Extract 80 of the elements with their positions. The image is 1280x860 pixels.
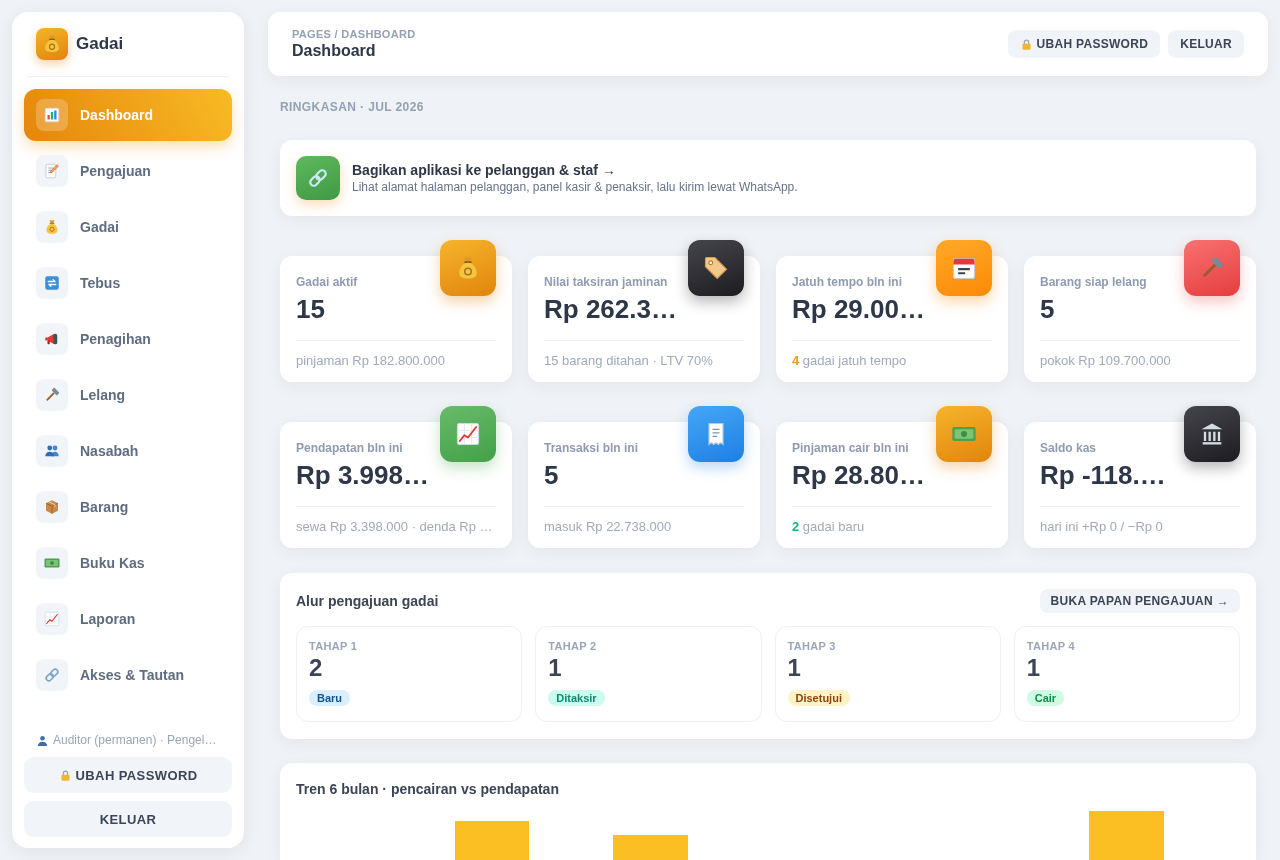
stat-label: Saldo kas xyxy=(1040,440,1097,456)
money-bag-icon xyxy=(440,240,496,296)
status-tag: Cair xyxy=(1026,690,1065,706)
stat-label: Nilai taksiran jaminan xyxy=(544,274,668,290)
stage-count: 1 xyxy=(548,654,562,682)
stat-note: hari ini +Rp 0 / −Rp 0 xyxy=(1040,518,1163,536)
banknote-icon xyxy=(36,547,68,579)
share-description: Lihat alamat halaman pelanggan, panel kasir & penaksir, lalu kirim lewat WhatsApp. xyxy=(352,179,798,195)
people-icon xyxy=(36,435,68,467)
section-label: RINGKASAN · JUL 2026 xyxy=(280,99,424,116)
lock-icon xyxy=(58,768,72,782)
brand-name: Gadai xyxy=(76,34,124,54)
nav-item[interactable]: Nasabah xyxy=(24,425,232,477)
stat-value: Rp 262.3… xyxy=(544,293,677,326)
nav-item[interactable]: Laporan xyxy=(24,593,232,645)
nav-item[interactable]: Pengajuan xyxy=(24,145,232,197)
stat-note: pokok Rp 109.700.000 xyxy=(1040,352,1171,370)
line-chart-icon xyxy=(36,603,68,635)
money-bag-icon xyxy=(36,28,68,60)
bank-icon xyxy=(1184,406,1240,462)
bar-chart-icon xyxy=(36,99,68,131)
open-board-button[interactable]: BUKA PAPAN PENGAJUAN → xyxy=(1039,589,1240,613)
panel-title: Alur pengajuan gadai xyxy=(296,593,439,609)
status-tag: Baru xyxy=(309,690,351,706)
stat-label: Gadai aktif xyxy=(296,274,358,290)
hammer-icon xyxy=(1184,240,1240,296)
breadcrumb: PAGES / DASHBOARD xyxy=(292,27,416,41)
logout-button[interactable]: KELUAR xyxy=(24,801,232,837)
logout-button[interactable]: KELUAR xyxy=(1168,30,1244,58)
status-tag: Ditaksir xyxy=(548,690,605,706)
stat-note: 15 barang ditahan · LTV 70% xyxy=(544,352,713,370)
user-icon xyxy=(36,733,49,747)
nav-item[interactable]: Buku Kas xyxy=(24,537,232,589)
lock-icon xyxy=(1019,37,1033,51)
stat-note: 2 gadai baru xyxy=(792,518,865,536)
stage-count: 1 xyxy=(787,654,801,682)
stage-label: TAHAP 3 xyxy=(787,639,836,653)
nav-item[interactable]: Akses & Tautan xyxy=(24,649,232,701)
stat-value: 5 xyxy=(1040,293,1055,326)
money-bag-icon xyxy=(36,211,68,243)
nav-item[interactable]: Barang xyxy=(24,481,232,533)
stat-value: Rp 29.00… xyxy=(792,293,925,326)
megaphone-icon xyxy=(36,323,68,355)
link-icon xyxy=(296,156,340,200)
panel-title: Tren 6 bulan · pencairan vs pendapatan xyxy=(296,780,559,799)
change-password-button[interactable]: UBAH PASSWORD xyxy=(1007,30,1161,58)
status-tag: Disetujui xyxy=(787,690,850,706)
stat-value: 15 xyxy=(296,293,325,326)
stage-count: 1 xyxy=(1026,654,1041,682)
stage-count: 2 xyxy=(309,654,323,682)
nav-item[interactable]: Gadai xyxy=(24,201,232,253)
arrows-cycle-icon xyxy=(36,267,68,299)
link-icon xyxy=(36,659,68,691)
nav-item[interactable]: Lelang xyxy=(24,369,232,421)
stat-label: Pinjaman cair bln ini xyxy=(792,440,909,456)
share-link[interactable]: Bagikan aplikasi ke pelanggan & staf → xyxy=(352,161,616,179)
nav-item[interactable]: Penagihan xyxy=(24,313,232,365)
stat-value: Rp 3.998… xyxy=(296,459,429,492)
stat-value: Rp -118.… xyxy=(1040,459,1166,492)
stat-value: Rp 28.80… xyxy=(792,459,925,492)
user-label: Auditor (permanen) · Pengel… xyxy=(53,733,217,747)
memo-icon xyxy=(36,155,68,187)
stat-label: Transaksi bln ini xyxy=(544,440,639,456)
stat-note: pinjaman Rp 182.800.000 xyxy=(296,352,445,370)
stage-label: TAHAP 4 xyxy=(1026,639,1075,653)
banknote-icon xyxy=(936,406,992,462)
stage-label: TAHAP 2 xyxy=(548,639,597,653)
change-password-button[interactable]: UBAH PASSWORD xyxy=(24,757,232,793)
stat-value: 5 xyxy=(544,459,559,492)
hammer-icon xyxy=(36,379,68,411)
stage-label: TAHAP 1 xyxy=(309,639,358,653)
page-title: Dashboard xyxy=(292,41,377,61)
stat-label: Pendapatan bln ini xyxy=(296,440,403,456)
nav-item[interactable]: Tebus xyxy=(24,257,232,309)
stat-label: Jatuh tempo bln ini xyxy=(792,274,902,290)
package-icon xyxy=(36,491,68,523)
stat-note: sewa Rp 3.398.000 · denda Rp … xyxy=(296,518,493,536)
stat-label: Barang siap lelang xyxy=(1040,274,1147,290)
stat-note: 4 gadai jatuh tempo xyxy=(792,352,907,370)
stat-note: masuk Rp 22.738.000 xyxy=(544,518,672,536)
